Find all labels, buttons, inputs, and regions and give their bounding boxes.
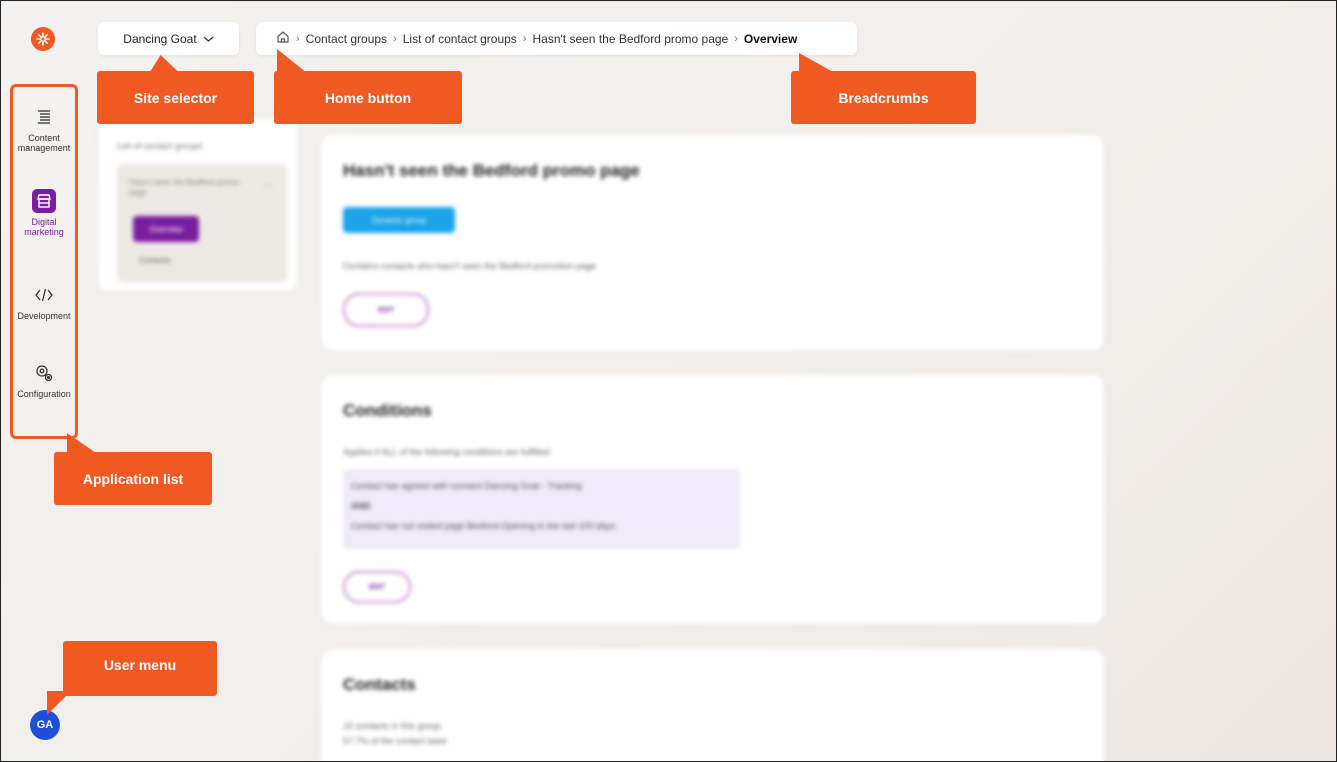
gears-icon — [32, 361, 56, 385]
home-icon[interactable] — [276, 30, 290, 47]
app-configuration[interactable]: Configuration — [13, 361, 75, 399]
more-icon[interactable]: ··· — [263, 180, 273, 191]
edit-conditions-button[interactable]: EDIT — [343, 571, 411, 603]
logo-icon[interactable] — [31, 27, 55, 51]
edit-button[interactable]: EDIT — [343, 293, 429, 327]
card-description: Contains contacts who hasn't seen the Be… — [343, 261, 596, 271]
breadcrumb-item[interactable]: Contact groups — [306, 32, 387, 46]
condition-line: Contact has not visited page Bedford Ope… — [351, 521, 616, 531]
breadcrumb-current: Overview — [743, 31, 798, 46]
application-list: Content management Digital marketing Dev… — [10, 84, 78, 439]
callout-pointer — [799, 53, 835, 73]
chevron-right-icon: › — [522, 32, 527, 45]
contacts-card: Contacts 15 contacts in this group 57.7%… — [321, 649, 1104, 761]
app-content-management[interactable]: Content management — [13, 105, 75, 153]
card-title: Conditions — [343, 401, 432, 420]
nav-panel-header[interactable]: List of contact groups — [117, 141, 203, 151]
callout-pointer — [277, 49, 307, 73]
conditions-box: Contact has agreed with consent Dancing … — [343, 469, 740, 549]
app-label: Development — [17, 311, 71, 321]
card-title: Hasn't seen the Bedford promo page — [343, 161, 640, 180]
storefront-icon — [32, 189, 56, 213]
app-label: Digital marketing — [24, 217, 64, 237]
callout-application-list: Application list — [54, 452, 212, 505]
card-title: Contacts — [343, 675, 416, 694]
app-label: Configuration — [17, 389, 71, 399]
app-label: Content management — [17, 133, 71, 153]
site-selector-label: Dancing Goat — [123, 31, 197, 46]
content-list-icon — [32, 105, 56, 129]
conditions-intro: Applies if ALL of the following conditio… — [343, 447, 552, 457]
callout-home-button: Home button — [274, 71, 462, 124]
condition-operator: AND — [351, 501, 371, 511]
chevron-right-icon: › — [393, 32, 397, 45]
chevron-right-icon: › — [734, 32, 738, 45]
callout-user-menu: User menu — [63, 641, 217, 696]
nav-group: Hasn't seen the Bedford promo page ··· O… — [117, 164, 287, 282]
edit-button-label: EDIT — [378, 306, 394, 314]
nav-item-overview[interactable]: Overview — [133, 216, 199, 242]
status-badge: Dynamic group — [343, 207, 455, 233]
breadcrumb: › Contact groups › List of contact group… — [256, 22, 857, 55]
contacts-count: 15 contacts in this group — [343, 721, 441, 731]
chevron-down-icon — [203, 32, 214, 46]
overview-card: Hasn't seen the Bedford promo page Dynam… — [321, 135, 1104, 351]
edit-button-label: EDIT — [369, 583, 385, 591]
breadcrumb-item[interactable]: Hasn't seen the Bedford promo page — [532, 32, 728, 46]
callout-site-selector: Site selector — [97, 71, 254, 124]
site-selector[interactable]: Dancing Goat — [98, 22, 239, 55]
conditions-card: Conditions Applies if ALL of the followi… — [321, 375, 1104, 624]
app-frame: Content management Digital marketing Dev… — [0, 0, 1337, 762]
app-development[interactable]: Development — [13, 283, 75, 321]
chevron-right-icon: › — [296, 32, 300, 45]
object-navigation-panel: List of contact groups Hasn't seen the B… — [99, 119, 297, 291]
nav-item-contacts[interactable]: Contacts — [139, 256, 171, 265]
condition-line: Contact has agreed with consent Dancing … — [351, 481, 582, 491]
breadcrumb-item[interactable]: List of contact groups — [403, 32, 517, 46]
app-digital-marketing[interactable]: Digital marketing — [13, 189, 75, 237]
code-brackets-icon — [32, 283, 56, 307]
nav-group-name: Hasn't seen the Bedford promo page — [129, 178, 240, 197]
contacts-share: 57.7% of the contact base — [343, 736, 448, 746]
callout-breadcrumbs: Breadcrumbs — [791, 71, 976, 124]
